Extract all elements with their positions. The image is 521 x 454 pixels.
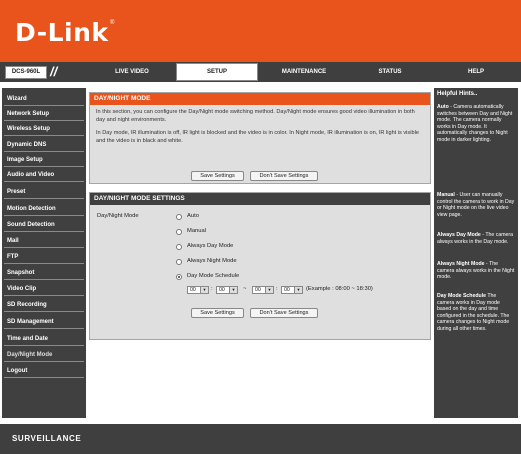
top-nav: DCS-960L // LIVE VIDEO SETUP MAINTENANCE… [0,62,521,82]
help-text-day-mode-schedule: The camera works in Day mode based on th… [437,293,510,332]
time-range-tilde: ~ [243,286,247,292]
slash-decoration: // [50,64,58,79]
tab-setup[interactable]: SETUP [176,63,258,81]
end-hour-value: 00 [255,287,261,293]
start-hour-select[interactable]: 00 ▼ [187,286,209,294]
radio-always-day-mode-label: Always Day Mode [187,243,234,249]
footer-surveillance: SURVEILLANCE [12,434,82,443]
registered-mark: ® [110,20,115,26]
sidebar-item-snapshot[interactable]: Snapshot [4,266,84,280]
end-minute-value: 00 [284,287,290,293]
time-colon-end: : [276,286,278,292]
dont-save-settings-button-bottom[interactable]: Don't Save Settings [250,308,318,318]
sidebar-item-network-setup[interactable]: Network Setup [4,107,84,121]
intro-title: DAY/NIGHT MODE [90,93,430,105]
radio-auto-label: Auto [187,213,199,219]
help-panel: Helpful Hints.. Auto - Camera automatica… [434,88,518,418]
sidebar: Wizard Network Setup Wireless Setup Dyna… [2,88,86,418]
model-badge: DCS-960L [5,66,47,79]
intro-panel: DAY/NIGHT MODE In this section, you can … [89,92,431,184]
sidebar-item-sd-recording[interactable]: SD Recording [4,298,84,312]
radio-always-night-mode-label: Always Night Mode [187,258,237,264]
help-heading-manual: Manual [437,192,455,198]
help-text-auto: - Camera automatically switches between … [437,104,513,143]
settings-panel: DAY/NIGHT MODE SETTINGS Day/Night Mode A… [89,192,431,340]
sidebar-item-logout[interactable]: Logout [4,364,84,378]
start-hour-value: 00 [190,287,196,293]
end-minute-select[interactable]: 00 ▼ [281,286,303,294]
chevron-down-icon: ▼ [200,287,208,293]
radio-always-night-mode[interactable] [176,259,182,265]
help-heading-always-night: Always Night Mode [437,261,485,267]
header: D-Link ® [0,0,521,62]
settings-title: DAY/NIGHT MODE SETTINGS [90,193,430,205]
start-minute-value: 00 [219,287,225,293]
start-minute-select[interactable]: 00 ▼ [216,286,238,294]
sidebar-item-sd-management[interactable]: SD Management [4,315,84,329]
intro-paragraph-2: In Day mode, IR illumination is off, IR … [96,130,419,144]
chevron-down-icon: ▼ [229,287,237,293]
sidebar-item-motion-detection[interactable]: Motion Detection [4,202,84,216]
tab-live-video[interactable]: LIVE VIDEO [92,62,172,82]
intro-paragraph-1: In this section, you can configure the D… [96,109,415,123]
sidebar-item-time-and-date[interactable]: Time and Date [4,332,84,346]
tab-maintenance[interactable]: MAINTENANCE [262,62,346,82]
help-block-always-night: Always Night Mode - The camera always wo… [437,261,515,281]
radio-always-day-mode[interactable] [176,244,182,250]
radio-manual[interactable] [176,229,182,235]
save-settings-button-top[interactable]: Save Settings [191,171,244,181]
sidebar-item-wireless-setup[interactable]: Wireless Setup [4,122,84,136]
dont-save-settings-button-top[interactable]: Don't Save Settings [250,171,318,181]
footer: SURVEILLANCE [0,424,521,454]
chevron-down-icon: ▼ [265,287,273,293]
help-heading-auto: Auto [437,104,449,110]
help-block-auto: Auto - Camera automatically switches bet… [437,104,515,144]
schedule-example-text: (Example : 08:00 ~ 18:30) [306,286,373,292]
day-night-mode-label: Day/Night Mode [97,213,139,219]
sidebar-item-ftp[interactable]: FTP [4,250,84,264]
save-settings-button-bottom[interactable]: Save Settings [191,308,244,318]
help-heading-always-day: Always Day Mode [437,232,481,238]
help-title: Helpful Hints.. [437,91,478,97]
help-block-day-mode-schedule: Day Mode Schedule The camera works in Da… [437,293,515,333]
sidebar-item-dynamic-dns[interactable]: Dynamic DNS [4,138,84,152]
time-colon-start: : [211,286,213,292]
end-hour-select[interactable]: 00 ▼ [252,286,274,294]
radio-manual-label: Manual [187,228,207,234]
chevron-down-icon: ▼ [294,287,302,293]
sidebar-item-sound-detection[interactable]: Sound Detection [4,218,84,232]
tab-help[interactable]: HELP [436,62,516,82]
help-heading-day-mode-schedule: Day Mode Schedule [437,293,487,299]
sidebar-item-video-clip[interactable]: Video Clip [4,282,84,296]
sidebar-item-day-night-mode[interactable]: Day/Night Mode [4,348,84,362]
help-block-always-day: Always Day Mode - The camera always work… [437,232,515,245]
dlink-logo: D-Link [15,18,109,47]
sidebar-item-preset[interactable]: Preset [4,185,84,199]
radio-day-mode-schedule-label: Day Mode Schedule [187,273,240,279]
page: D-Link ® DCS-960L // LIVE VIDEO SETUP MA… [0,0,521,454]
tab-status[interactable]: STATUS [350,62,430,82]
sidebar-item-audio-and-video[interactable]: Audio and Video [4,168,84,182]
sidebar-item-mail[interactable]: Mail [4,234,84,248]
radio-auto[interactable] [176,214,182,220]
sidebar-item-wizard[interactable]: Wizard [4,92,84,106]
radio-day-mode-schedule[interactable] [176,274,182,280]
sidebar-item-image-setup[interactable]: Image Setup [4,153,84,167]
help-block-manual: Manual - User can manually control the c… [437,192,515,218]
main-content: DAY/NIGHT MODE In this section, you can … [89,88,431,418]
